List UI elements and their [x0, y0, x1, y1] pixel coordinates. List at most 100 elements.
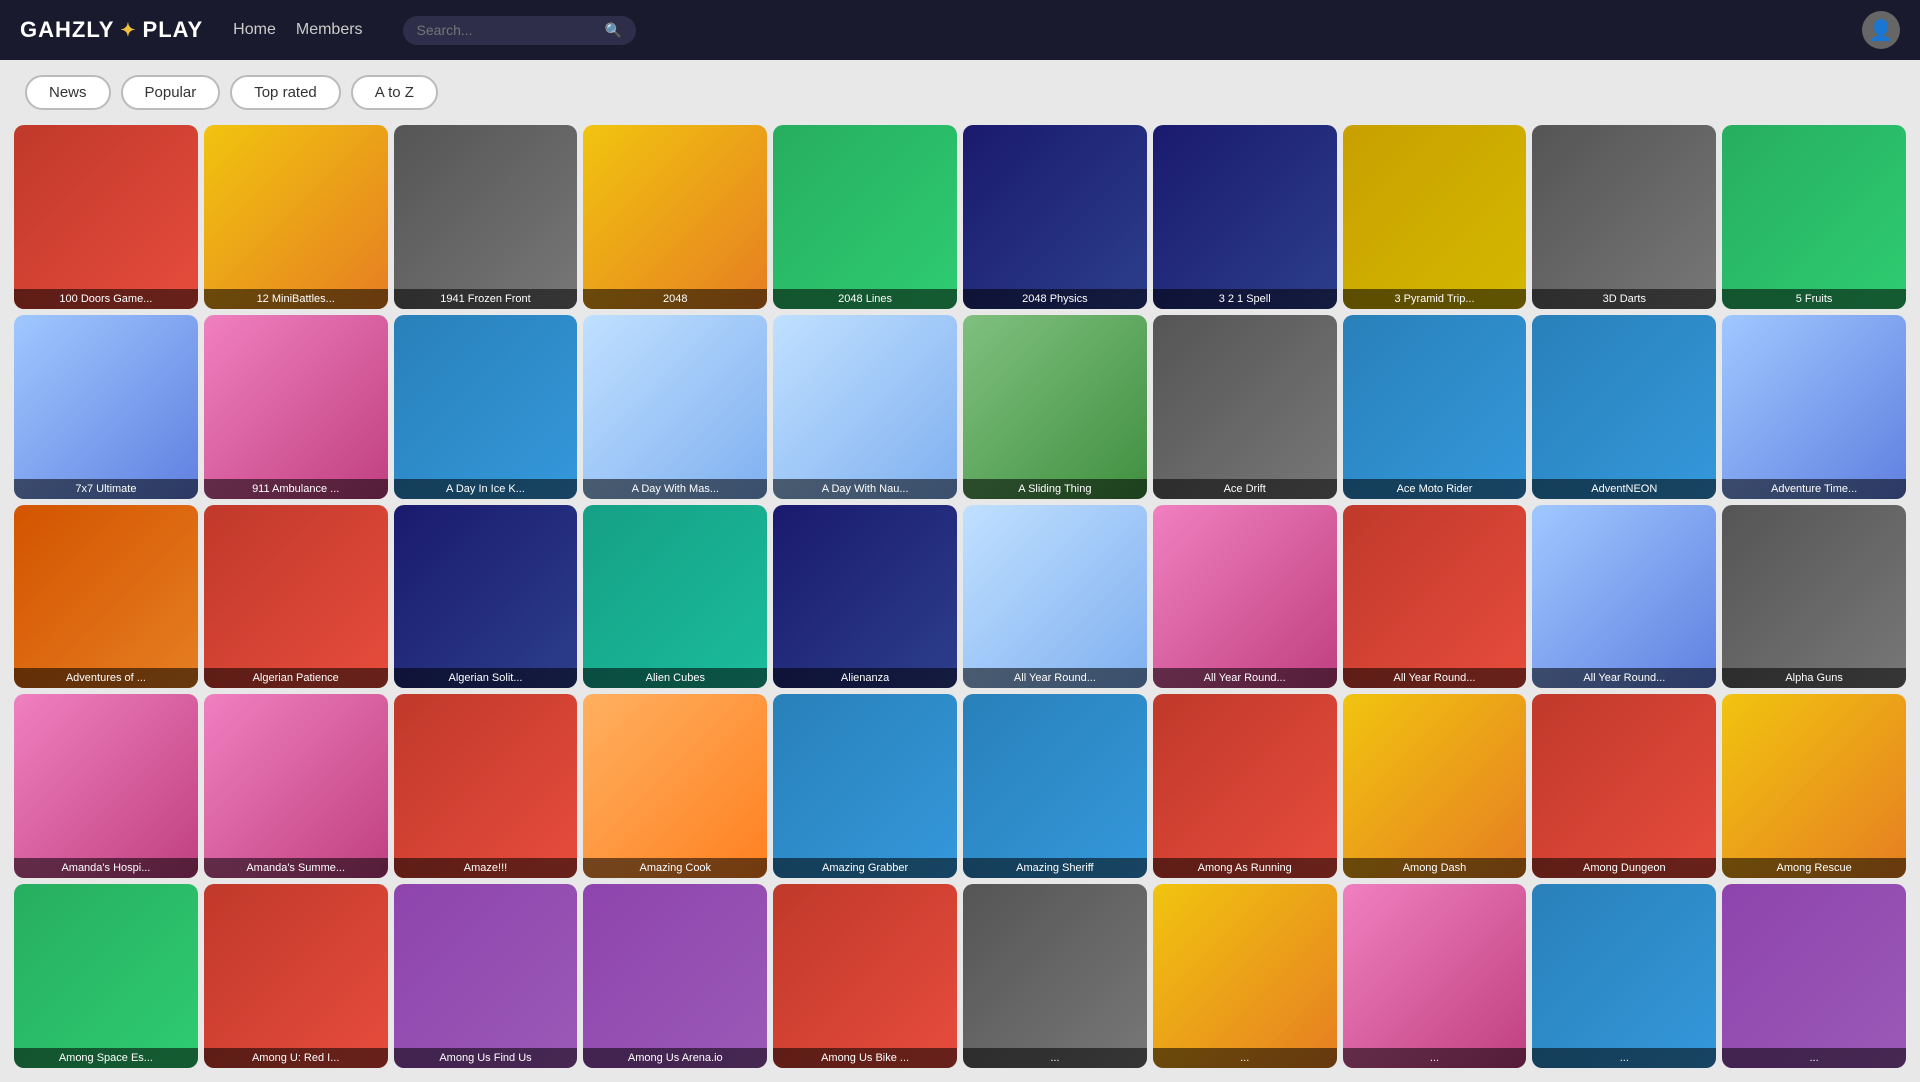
game-label: Amazing Sheriff — [963, 858, 1147, 878]
game-label: ... — [1153, 1048, 1337, 1068]
game-card[interactable]: 3 2 1 Spell — [1153, 125, 1337, 309]
game-card[interactable]: Among As Running — [1153, 694, 1337, 878]
game-card[interactable]: ... — [963, 884, 1147, 1068]
game-card[interactable]: Among Dash — [1343, 694, 1527, 878]
game-card[interactable]: Among Us Find Us — [394, 884, 578, 1068]
game-label: Among Us Bike ... — [773, 1048, 957, 1068]
game-card[interactable]: Adventure Time... — [1722, 315, 1906, 499]
filter-news[interactable]: News — [25, 75, 111, 110]
game-label: Amanda's Summe... — [204, 858, 388, 878]
game-grid: 100 Doors Game... 12 MiniBattles... 1941 F… — [0, 125, 1920, 1082]
game-label: ... — [1532, 1048, 1716, 1068]
game-card[interactable]: Among Space Es... — [14, 884, 198, 1068]
game-card[interactable]: Among Us Arena.io — [583, 884, 767, 1068]
game-card[interactable]: All Year Round... — [1343, 505, 1527, 689]
game-card[interactable]: Alien Cubes — [583, 505, 767, 689]
game-card[interactable]: ... — [1343, 884, 1527, 1068]
game-card[interactable]: A Sliding Thing — [963, 315, 1147, 499]
game-card[interactable]: Amaze!!! — [394, 694, 578, 878]
game-card[interactable]: 1941 Frozen Front — [394, 125, 578, 309]
game-card[interactable]: 100 Doors Game... — [14, 125, 198, 309]
game-label: All Year Round... — [1153, 668, 1337, 688]
game-card[interactable]: ... — [1722, 884, 1906, 1068]
game-card[interactable]: Among Us Bike ... — [773, 884, 957, 1068]
game-label: A Day In Ice K... — [394, 479, 578, 499]
game-label: ... — [1722, 1048, 1906, 1068]
logo-play-text: PLAY — [143, 17, 204, 43]
game-label: Adventures of ... — [14, 668, 198, 688]
game-card[interactable]: Alpha Guns — [1722, 505, 1906, 689]
game-label: Ace Drift — [1153, 479, 1337, 499]
game-card[interactable]: Among U: Red I... — [204, 884, 388, 1068]
filter-top-rated[interactable]: Top rated — [230, 75, 341, 110]
game-card[interactable]: Alienanza — [773, 505, 957, 689]
game-card[interactable]: Ace Moto Rider — [1343, 315, 1527, 499]
game-card[interactable]: 2048 Physics — [963, 125, 1147, 309]
game-card[interactable]: Amazing Cook — [583, 694, 767, 878]
game-card[interactable]: 3D Darts — [1532, 125, 1716, 309]
game-label: AdventNEON — [1532, 479, 1716, 499]
search-input[interactable] — [417, 22, 597, 38]
nav-links: Home Members — [233, 21, 362, 39]
game-card[interactable]: 3 Pyramid Trip... — [1343, 125, 1527, 309]
game-card[interactable]: ... — [1153, 884, 1337, 1068]
game-card[interactable]: Amazing Sheriff — [963, 694, 1147, 878]
game-card[interactable]: ... — [1532, 884, 1716, 1068]
game-label: 3 2 1 Spell — [1153, 289, 1337, 309]
game-card[interactable]: A Day With Mas... — [583, 315, 767, 499]
game-label: 3D Darts — [1532, 289, 1716, 309]
game-card[interactable]: 12 MiniBattles... — [204, 125, 388, 309]
game-card[interactable]: All Year Round... — [963, 505, 1147, 689]
game-card[interactable]: Among Dungeon — [1532, 694, 1716, 878]
avatar[interactable]: 👤 — [1862, 11, 1900, 49]
game-label: A Sliding Thing — [963, 479, 1147, 499]
game-label: Algerian Patience — [204, 668, 388, 688]
game-label: Alienanza — [773, 668, 957, 688]
game-card[interactable]: AdventNEON — [1532, 315, 1716, 499]
search-icon: 🔍 — [605, 22, 622, 39]
game-label: Among Rescue — [1722, 858, 1906, 878]
game-card[interactable]: 7x7 Ultimate — [14, 315, 198, 499]
game-card[interactable]: All Year Round... — [1532, 505, 1716, 689]
game-label: Among Dash — [1343, 858, 1527, 878]
game-label: 2048 — [583, 289, 767, 309]
game-card[interactable]: Amanda's Summe... — [204, 694, 388, 878]
game-label: A Day With Nau... — [773, 479, 957, 499]
game-label: 1941 Frozen Front — [394, 289, 578, 309]
game-card[interactable]: A Day In Ice K... — [394, 315, 578, 499]
game-label: 12 MiniBattles... — [204, 289, 388, 309]
logo[interactable]: GAHZLY ✦ PLAY — [20, 17, 203, 43]
game-label: Ace Moto Rider — [1343, 479, 1527, 499]
filter-popular[interactable]: Popular — [121, 75, 221, 110]
game-card[interactable]: Algerian Patience — [204, 505, 388, 689]
game-card[interactable]: Amazing Grabber — [773, 694, 957, 878]
game-card[interactable]: Ace Drift — [1153, 315, 1337, 499]
game-label: 2048 Physics — [963, 289, 1147, 309]
game-label: Amazing Grabber — [773, 858, 957, 878]
game-label: 2048 Lines — [773, 289, 957, 309]
game-card[interactable]: All Year Round... — [1153, 505, 1337, 689]
game-label: 7x7 Ultimate — [14, 479, 198, 499]
game-label: A Day With Mas... — [583, 479, 767, 499]
game-card[interactable]: 2048 Lines — [773, 125, 957, 309]
game-card[interactable]: Adventures of ... — [14, 505, 198, 689]
game-label: Among Us Find Us — [394, 1048, 578, 1068]
game-card[interactable]: 911 Ambulance ... — [204, 315, 388, 499]
nav-members[interactable]: Members — [296, 21, 363, 39]
game-card[interactable]: A Day With Nau... — [773, 315, 957, 499]
nav-home[interactable]: Home — [233, 21, 276, 39]
game-card[interactable]: 5 Fruits — [1722, 125, 1906, 309]
game-label: 911 Ambulance ... — [204, 479, 388, 499]
game-label: All Year Round... — [1532, 668, 1716, 688]
game-label: Among U: Red I... — [204, 1048, 388, 1068]
game-card[interactable]: Amanda's Hospi... — [14, 694, 198, 878]
game-label: Amanda's Hospi... — [14, 858, 198, 878]
filter-a-to-z[interactable]: A to Z — [351, 75, 438, 110]
game-label: 3 Pyramid Trip... — [1343, 289, 1527, 309]
game-card[interactable]: Among Rescue — [1722, 694, 1906, 878]
game-card[interactable]: Algerian Solit... — [394, 505, 578, 689]
game-label: Among As Running — [1153, 858, 1337, 878]
game-label: 100 Doors Game... — [14, 289, 198, 309]
search-bar[interactable]: 🔍 — [403, 16, 636, 45]
game-card[interactable]: 2048 — [583, 125, 767, 309]
